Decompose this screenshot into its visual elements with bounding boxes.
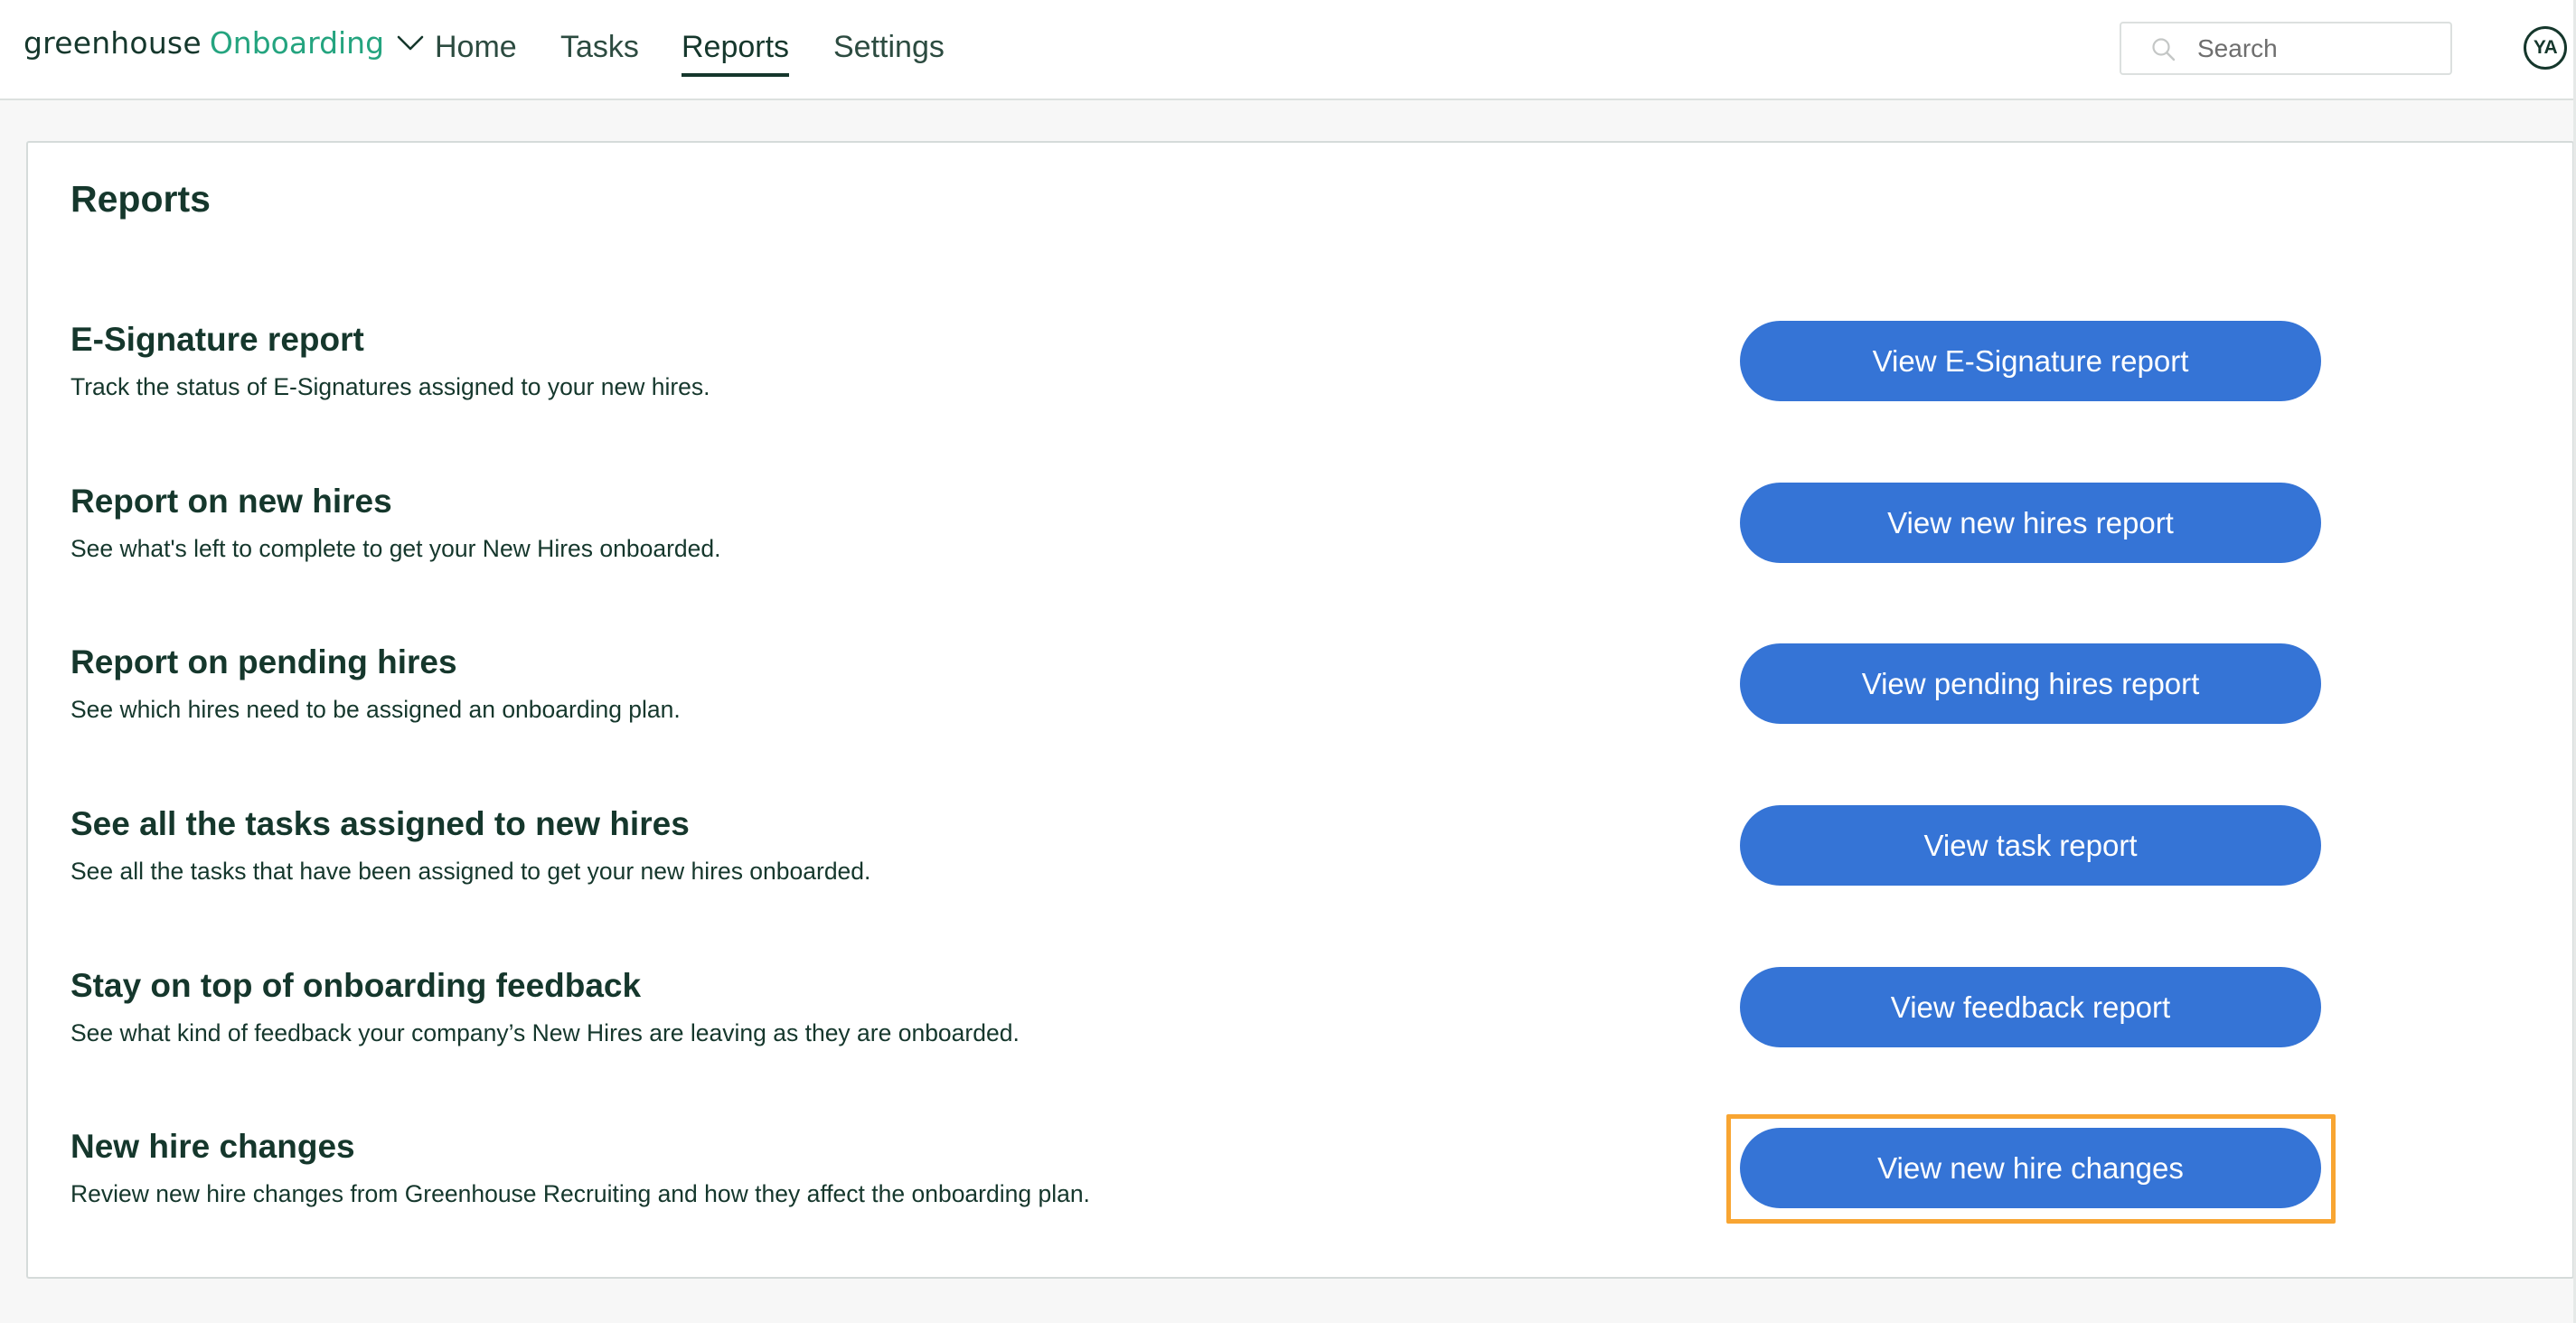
product-switcher[interactable]: greenhouse Onboarding xyxy=(24,20,424,65)
user-avatar[interactable]: YA xyxy=(2524,26,2567,70)
report-row-new-hire-changes: New hire changes Review new hire changes… xyxy=(71,1114,2547,1224)
nav-home[interactable]: Home xyxy=(435,27,517,67)
search-box[interactable] xyxy=(2120,22,2452,75)
report-description: Review new hire changes from Greenhouse … xyxy=(71,1180,1090,1207)
report-title: New hire changes xyxy=(71,1128,355,1165)
report-title: Report on new hires xyxy=(71,483,392,520)
report-row-pending-hires: Report on pending hires See which hires … xyxy=(71,643,2547,724)
report-row-feedback: Stay on top of onboarding feedback See w… xyxy=(71,967,2547,1047)
report-title: Report on pending hires xyxy=(71,643,457,680)
nav-tasks[interactable]: Tasks xyxy=(560,27,639,67)
report-description: See which hires need to be assigned an o… xyxy=(71,696,681,723)
report-row-e-signature: E-Signature report Track the status of E… xyxy=(71,321,2547,401)
report-description: See all the tasks that have been assigne… xyxy=(71,858,871,885)
chevron-down-icon[interactable] xyxy=(397,33,424,52)
brand-product-name: Onboarding xyxy=(209,24,385,61)
report-row-tasks: See all the tasks assigned to new hires … xyxy=(71,805,2547,886)
report-title: E-Signature report xyxy=(71,321,364,358)
report-row-new-hires: Report on new hires See what's left to c… xyxy=(71,483,2547,563)
search-icon xyxy=(2151,37,2176,62)
report-title: See all the tasks assigned to new hires xyxy=(71,805,690,842)
nav-reports[interactable]: Reports xyxy=(682,27,790,77)
page-title: Reports xyxy=(71,178,211,220)
view-feedback-report-button[interactable]: View feedback report xyxy=(1740,967,2321,1047)
view-e-signature-report-button[interactable]: View E-Signature report xyxy=(1740,321,2321,401)
view-task-report-button[interactable]: View task report xyxy=(1740,805,2321,886)
view-new-hire-changes-button[interactable]: View new hire changes xyxy=(1740,1128,2321,1208)
report-title: Stay on top of onboarding feedback xyxy=(71,967,642,1004)
reports-card: Reports E-Signature report Track the sta… xyxy=(26,141,2574,1279)
avatar-initials: YA xyxy=(2533,37,2558,58)
report-description: See what kind of feedback your company’s… xyxy=(71,1019,1020,1046)
nav-settings[interactable]: Settings xyxy=(833,27,945,67)
report-description: Track the status of E-Signatures assigne… xyxy=(71,373,710,400)
view-new-hires-report-button[interactable]: View new hires report xyxy=(1740,483,2321,563)
top-navigation-bar: greenhouse Onboarding Home Tasks Reports… xyxy=(0,0,2576,100)
brand-company-name: greenhouse xyxy=(24,24,202,61)
report-description: See what's left to complete to get your … xyxy=(71,535,721,562)
search-input[interactable] xyxy=(2197,23,2441,73)
view-pending-hires-report-button[interactable]: View pending hires report xyxy=(1740,643,2321,724)
